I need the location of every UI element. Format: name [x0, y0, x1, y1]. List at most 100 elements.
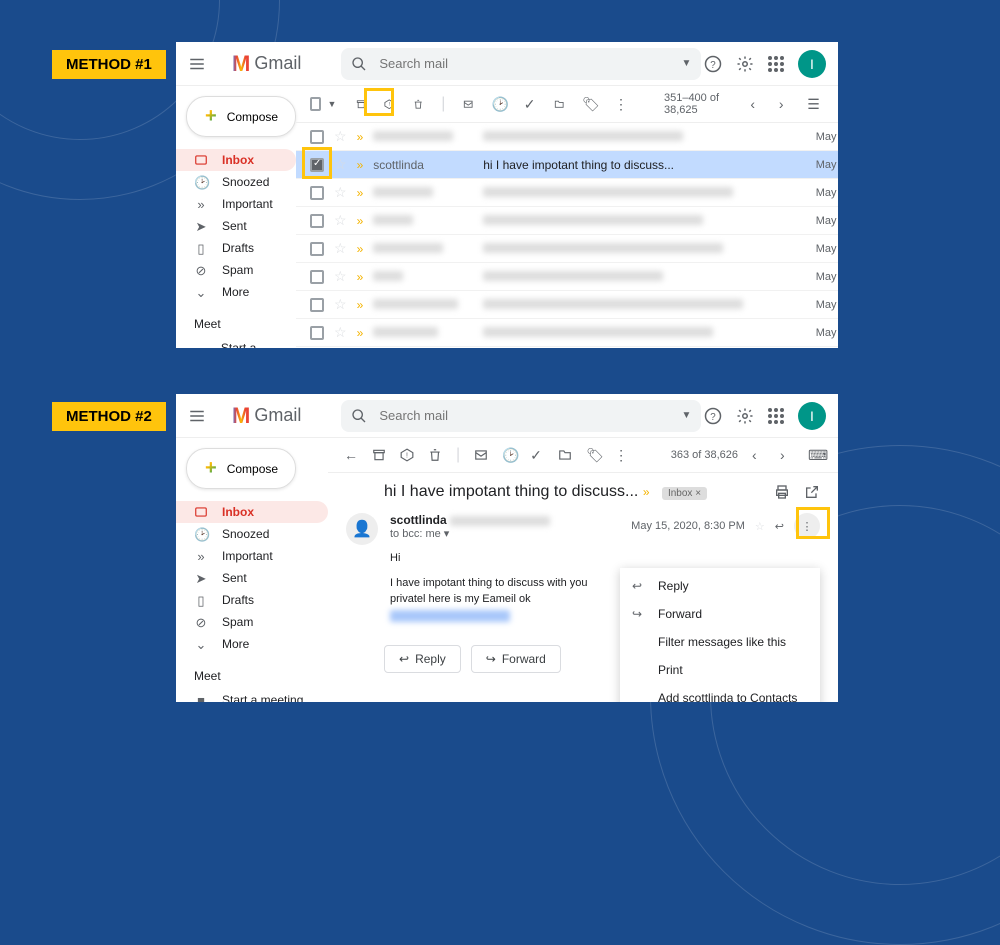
forward-button[interactable]: ↪Forward [471, 645, 561, 673]
svg-text:!: ! [406, 452, 408, 459]
account-avatar[interactable]: I [798, 50, 826, 78]
message-row[interactable]: ☆»May 15 [296, 123, 838, 151]
sidebar-item-start-meeting[interactable]: ■Start a meeting [176, 337, 296, 348]
snooze-icon[interactable]: 🕑 [502, 447, 516, 464]
inbox-icon [194, 505, 208, 519]
more-actions-icon[interactable]: ⋮ [614, 447, 628, 464]
menu-item-add-contact[interactable]: Add scottlinda to Contacts list [620, 684, 820, 702]
help-icon[interactable]: ? [704, 55, 722, 73]
mark-unread-icon[interactable] [474, 448, 488, 462]
important-marker-icon[interactable]: » [643, 485, 650, 499]
search-bar[interactable]: ▼ [341, 400, 701, 432]
reply-arrow-icon: ↩ [399, 652, 409, 666]
back-icon[interactable]: ← [344, 447, 358, 463]
sidebar-item-snoozed[interactable]: 🕑Snoozed [176, 171, 296, 193]
sidebar-item-drafts[interactable]: ▯Drafts [176, 237, 296, 259]
help-icon[interactable]: ? [704, 407, 722, 425]
reply-button[interactable]: ↩Reply [384, 645, 461, 673]
sidebar-item-drafts[interactable]: ▯Drafts [176, 589, 328, 611]
archive-icon[interactable] [356, 99, 366, 109]
density-icon[interactable]: ☰ [807, 96, 820, 113]
camera-icon: ■ [194, 693, 208, 702]
search-input[interactable] [379, 408, 681, 423]
menu-item-forward[interactable]: ↪Forward [620, 600, 820, 628]
mark-read-icon[interactable] [463, 99, 473, 109]
message-subject: hi I have impotant thing to discuss... [483, 158, 805, 172]
message-more-button[interactable]: ⋮ [794, 513, 820, 539]
sidebar-item-spam[interactable]: ⊘Spam [176, 259, 296, 281]
next-thread-icon[interactable]: › [780, 447, 794, 463]
search-options-icon[interactable]: ▼ [681, 58, 691, 69]
important-icon: » [194, 197, 208, 211]
star-icon[interactable]: ☆ [334, 156, 347, 173]
star-icon[interactable]: ☆ [755, 520, 765, 533]
move-to-icon[interactable] [554, 99, 564, 109]
forward-arrow-icon: ↪ [486, 652, 496, 666]
settings-icon[interactable] [736, 407, 754, 425]
sidebar-item-start-meeting[interactable]: ■Start a meeting [176, 689, 328, 702]
row-checkbox[interactable] [310, 158, 324, 172]
sidebar-item-important[interactable]: »Important [176, 193, 296, 215]
search-bar[interactable]: ▼ [341, 48, 701, 80]
report-spam-icon[interactable]: ! [384, 99, 394, 109]
select-dropdown-icon[interactable]: ▼ [327, 99, 337, 109]
delete-icon[interactable] [413, 99, 423, 109]
message-row[interactable]: ☆»May 15 [296, 235, 838, 263]
message-row[interactable]: ☆»May 15 [296, 179, 838, 207]
compose-button[interactable]: +Compose [186, 448, 296, 489]
apps-icon[interactable] [768, 408, 784, 424]
sidebar-item-more[interactable]: ⌄More [176, 281, 296, 303]
menu-icon[interactable] [188, 407, 206, 425]
labels-icon[interactable]: 🏷 [586, 447, 600, 464]
inbox-label-badge[interactable]: Inbox × [662, 487, 707, 500]
menu-icon[interactable] [188, 55, 206, 73]
print-icon[interactable] [774, 484, 790, 500]
menu-item-print[interactable]: Print [620, 656, 820, 684]
add-task-icon[interactable]: ✓ [530, 447, 544, 464]
add-task-icon[interactable]: ✓ [524, 96, 536, 113]
delete-icon[interactable] [428, 448, 442, 462]
sidebar-item-spam[interactable]: ⊘Spam [176, 611, 328, 633]
drafts-icon: ▯ [194, 593, 208, 607]
gmail-list-view: MGmail ▼ ? I +Compose Inbox 🕑Snoozed »Im… [176, 42, 838, 348]
search-input[interactable] [379, 56, 681, 71]
message-row-selected[interactable]: ☆» scottlinda hi I have impotant thing t… [296, 151, 838, 179]
more-actions-icon[interactable]: ⋮ [614, 96, 628, 113]
search-options-icon[interactable]: ▼ [681, 410, 691, 421]
thread-pane: ← ! | 🕑 ✓ 🏷 ⋮ 363 of 38,626 ‹ › ⌨ hi I h… [328, 438, 838, 702]
sidebar-item-inbox[interactable]: Inbox [176, 501, 328, 523]
sidebar-item-sent[interactable]: ➤Sent [176, 215, 296, 237]
message-row[interactable]: ☆»May 15 [296, 207, 838, 235]
search-icon [351, 56, 367, 72]
labels-icon[interactable]: 🏷 [582, 96, 596, 113]
account-avatar[interactable]: I [798, 402, 826, 430]
message-row[interactable]: ☆»May 15 [296, 291, 838, 319]
sidebar-item-more[interactable]: ⌄More [176, 633, 328, 655]
gmail-header: MGmail ▼ ? I [176, 394, 838, 438]
next-page-icon[interactable]: › [779, 96, 789, 112]
archive-icon[interactable] [372, 448, 386, 462]
important-marker-icon[interactable]: » [357, 158, 364, 172]
message-row[interactable]: ☆»May 15 [296, 263, 838, 291]
sidebar-item-important[interactable]: »Important [176, 545, 328, 567]
settings-icon[interactable] [736, 55, 754, 73]
open-new-window-icon[interactable] [804, 484, 820, 500]
email-greeting: Hi [390, 550, 820, 567]
compose-button[interactable]: +Compose [186, 96, 296, 137]
prev-page-icon[interactable]: ‹ [750, 96, 760, 112]
select-all-checkbox[interactable] [310, 97, 321, 111]
sidebar-item-sent[interactable]: ➤Sent [176, 567, 328, 589]
message-row[interactable]: ☆»May 15 [296, 319, 838, 347]
apps-icon[interactable] [768, 56, 784, 72]
reply-icon[interactable]: ↩ [775, 520, 784, 533]
message-list-pane: ▼ ! | 🕑 ✓ 🏷 ⋮ 351–400 of 38,625 ‹ › ☰ ⌨ [296, 86, 838, 348]
menu-item-filter[interactable]: Filter messages like this [620, 628, 820, 656]
snooze-icon[interactable]: 🕑 [492, 96, 506, 113]
sidebar-item-snoozed[interactable]: 🕑Snoozed [176, 523, 328, 545]
report-spam-icon[interactable]: ! [400, 448, 414, 462]
sidebar-item-inbox[interactable]: Inbox [176, 149, 296, 171]
menu-item-reply[interactable]: ↩Reply [620, 572, 820, 600]
move-to-icon[interactable] [558, 448, 572, 462]
keyboard-icon[interactable]: ⌨ [808, 447, 822, 464]
prev-thread-icon[interactable]: ‹ [752, 447, 766, 463]
